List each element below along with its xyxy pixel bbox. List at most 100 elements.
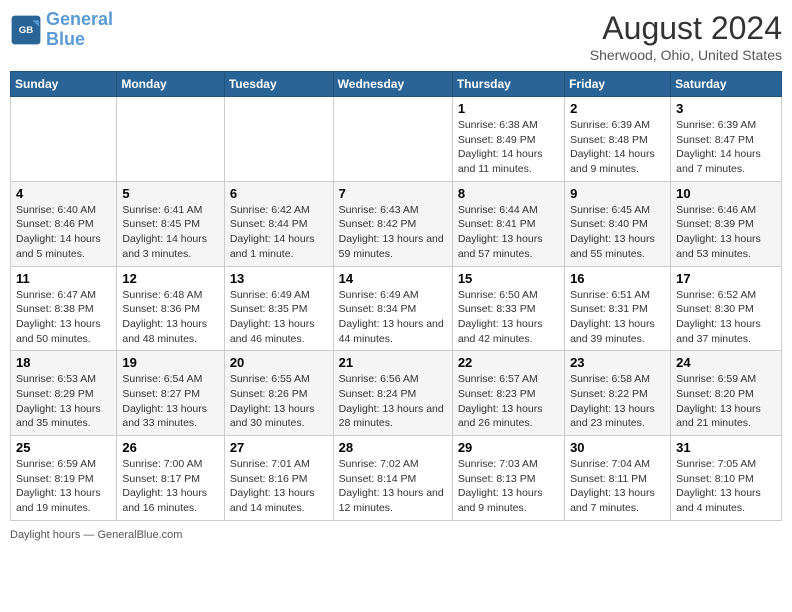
- day-info: Sunrise: 6:54 AMSunset: 8:27 PMDaylight:…: [122, 372, 218, 431]
- calendar-cell: 29Sunrise: 7:03 AMSunset: 8:13 PMDayligh…: [452, 436, 564, 521]
- header-row: SundayMondayTuesdayWednesdayThursdayFrid…: [11, 72, 782, 97]
- calendar-cell: 27Sunrise: 7:01 AMSunset: 8:16 PMDayligh…: [224, 436, 333, 521]
- day-number: 30: [570, 440, 665, 455]
- logo-line2: Blue: [46, 29, 85, 49]
- week-row-4: 18 Sunrise: 6:53 AMSunset: 8:29 PMDayligh…: [11, 351, 782, 436]
- calendar-cell: [224, 97, 333, 182]
- calendar-cell: 12 Sunrise: 6:48 AMSunset: 8:36 PMDayligh…: [117, 266, 224, 351]
- calendar-cell: 1 Sunrise: 6:38 AMSunset: 8:49 PMDaylight…: [452, 97, 564, 182]
- day-info: Sunrise: 6:45 AMSunset: 8:40 PMDaylight:…: [570, 203, 665, 262]
- day-info: Sunrise: 6:40 AMSunset: 8:46 PMDaylight:…: [16, 203, 111, 262]
- calendar-cell: 2Sunrise: 6:39 AMSunset: 8:48 PMDaylight…: [565, 97, 671, 182]
- day-info: Sunrise: 6:41 AMSunset: 8:45 PMDaylight:…: [122, 203, 218, 262]
- logo: GB General Blue: [10, 10, 113, 50]
- day-info: Sunrise: 6:53 AMSunset: 8:29 PMDaylight:…: [16, 372, 111, 431]
- day-info: Sunrise: 6:50 AMSunset: 8:33 PMDaylight:…: [458, 288, 559, 347]
- day-number: 20: [230, 355, 328, 370]
- day-info: Sunrise: 7:01 AMSunset: 8:16 PMDaylight:…: [230, 457, 328, 516]
- day-number: 5: [122, 186, 218, 201]
- day-number: 4: [16, 186, 111, 201]
- day-number: 13: [230, 271, 328, 286]
- day-number: 28: [339, 440, 447, 455]
- day-info: Sunrise: 7:05 AMSunset: 8:10 PMDaylight:…: [676, 457, 776, 516]
- calendar-cell: 25Sunrise: 6:59 AMSunset: 8:19 PMDayligh…: [11, 436, 117, 521]
- footer-label: Daylight hours: [10, 529, 80, 541]
- calendar-table: SundayMondayTuesdayWednesdayThursdayFrid…: [10, 71, 782, 521]
- calendar-cell: 30 Sunrise: 7:04 AMSunset: 8:11 PMDayligh…: [565, 436, 671, 521]
- day-info: Sunrise: 6:42 AMSunset: 8:44 PMDaylight:…: [230, 203, 328, 262]
- calendar-cell: [11, 97, 117, 182]
- logo-text: General Blue: [46, 10, 113, 50]
- day-header-friday: Friday: [565, 72, 671, 97]
- footer: Daylight hours — GeneralBlue.com: [10, 529, 782, 541]
- day-header-tuesday: Tuesday: [224, 72, 333, 97]
- calendar-cell: 26 Sunrise: 7:00 AMSunset: 8:17 PMDayligh…: [117, 436, 224, 521]
- page-header: GB General Blue August 2024 Sherwood, Oh…: [10, 10, 782, 63]
- day-number: 21: [339, 355, 447, 370]
- logo-icon: GB: [10, 14, 42, 46]
- week-row-2: 4 Sunrise: 6:40 AMSunset: 8:46 PMDaylight…: [11, 181, 782, 266]
- calendar-cell: 22 Sunrise: 6:57 AMSunset: 8:23 PMDayligh…: [452, 351, 564, 436]
- day-header-thursday: Thursday: [452, 72, 564, 97]
- calendar-cell: 10Sunrise: 6:46 AMSunset: 8:39 PMDayligh…: [671, 181, 782, 266]
- day-number: 26: [122, 440, 218, 455]
- day-info: Sunrise: 6:51 AMSunset: 8:31 PMDaylight:…: [570, 288, 665, 347]
- day-info: Sunrise: 7:02 AMSunset: 8:14 PMDaylight:…: [339, 457, 447, 516]
- day-number: 18: [16, 355, 111, 370]
- footer-source: GeneralBlue.com: [97, 529, 182, 541]
- day-number: 3: [676, 101, 776, 116]
- day-number: 23: [570, 355, 665, 370]
- day-number: 15: [458, 271, 559, 286]
- calendar-cell: 17Sunrise: 6:52 AMSunset: 8:30 PMDayligh…: [671, 266, 782, 351]
- calendar-cell: 13 Sunrise: 6:49 AMSunset: 8:35 PMDayligh…: [224, 266, 333, 351]
- calendar-cell: 3 Sunrise: 6:39 AMSunset: 8:47 PMDaylight…: [671, 97, 782, 182]
- calendar-cell: 8Sunrise: 6:44 AMSunset: 8:41 PMDaylight…: [452, 181, 564, 266]
- day-number: 22: [458, 355, 559, 370]
- calendar-cell: 24Sunrise: 6:59 AMSunset: 8:20 PMDayligh…: [671, 351, 782, 436]
- day-number: 12: [122, 271, 218, 286]
- day-number: 16: [570, 271, 665, 286]
- day-number: 14: [339, 271, 447, 286]
- calendar-cell: 14 Sunrise: 6:49 AMSunset: 8:34 PMDayligh…: [333, 266, 452, 351]
- day-info: Sunrise: 6:38 AMSunset: 8:49 PMDaylight:…: [458, 118, 559, 177]
- calendar-cell: 16 Sunrise: 6:51 AMSunset: 8:31 PMDayligh…: [565, 266, 671, 351]
- day-info: Sunrise: 7:03 AMSunset: 8:13 PMDaylight:…: [458, 457, 559, 516]
- day-info: Sunrise: 6:55 AMSunset: 8:26 PMDaylight:…: [230, 372, 328, 431]
- week-row-1: 1 Sunrise: 6:38 AMSunset: 8:49 PMDaylight…: [11, 97, 782, 182]
- calendar-cell: 23 Sunrise: 6:58 AMSunset: 8:22 PMDayligh…: [565, 351, 671, 436]
- day-info: Sunrise: 6:43 AMSunset: 8:42 PMDaylight:…: [339, 203, 447, 262]
- day-info: Sunrise: 6:49 AMSunset: 8:35 PMDaylight:…: [230, 288, 328, 347]
- day-header-saturday: Saturday: [671, 72, 782, 97]
- calendar-cell: 19 Sunrise: 6:54 AMSunset: 8:27 PMDayligh…: [117, 351, 224, 436]
- day-number: 8: [458, 186, 559, 201]
- sub-title: Sherwood, Ohio, United States: [590, 47, 782, 63]
- day-info: Sunrise: 6:58 AMSunset: 8:22 PMDaylight:…: [570, 372, 665, 431]
- calendar-cell: 18 Sunrise: 6:53 AMSunset: 8:29 PMDayligh…: [11, 351, 117, 436]
- day-info: Sunrise: 6:39 AMSunset: 8:48 PMDaylight:…: [570, 118, 665, 177]
- day-info: Sunrise: 7:04 AMSunset: 8:11 PMDaylight:…: [570, 457, 665, 516]
- day-info: Sunrise: 6:59 AMSunset: 8:20 PMDaylight:…: [676, 372, 776, 431]
- logo-line1: General: [46, 9, 113, 29]
- day-info: Sunrise: 6:39 AMSunset: 8:47 PMDaylight:…: [676, 118, 776, 177]
- day-info: Sunrise: 7:00 AMSunset: 8:17 PMDaylight:…: [122, 457, 218, 516]
- day-number: 19: [122, 355, 218, 370]
- svg-text:GB: GB: [19, 25, 33, 36]
- calendar-cell: 9Sunrise: 6:45 AMSunset: 8:40 PMDaylight…: [565, 181, 671, 266]
- title-area: August 2024 Sherwood, Ohio, United State…: [590, 10, 782, 63]
- calendar-cell: [117, 97, 224, 182]
- calendar-cell: 6Sunrise: 6:42 AMSunset: 8:44 PMDaylight…: [224, 181, 333, 266]
- calendar-cell: 20 Sunrise: 6:55 AMSunset: 8:26 PMDayligh…: [224, 351, 333, 436]
- day-info: Sunrise: 6:48 AMSunset: 8:36 PMDaylight:…: [122, 288, 218, 347]
- day-header-sunday: Sunday: [11, 72, 117, 97]
- day-header-wednesday: Wednesday: [333, 72, 452, 97]
- day-number: 31: [676, 440, 776, 455]
- day-info: Sunrise: 6:57 AMSunset: 8:23 PMDaylight:…: [458, 372, 559, 431]
- day-number: 7: [339, 186, 447, 201]
- day-number: 1: [458, 101, 559, 116]
- day-info: Sunrise: 6:49 AMSunset: 8:34 PMDaylight:…: [339, 288, 447, 347]
- week-row-5: 25Sunrise: 6:59 AMSunset: 8:19 PMDayligh…: [11, 436, 782, 521]
- calendar-cell: [333, 97, 452, 182]
- main-title: August 2024: [590, 10, 782, 47]
- week-row-3: 11Sunrise: 6:47 AMSunset: 8:38 PMDayligh…: [11, 266, 782, 351]
- day-info: Sunrise: 6:59 AMSunset: 8:19 PMDaylight:…: [16, 457, 111, 516]
